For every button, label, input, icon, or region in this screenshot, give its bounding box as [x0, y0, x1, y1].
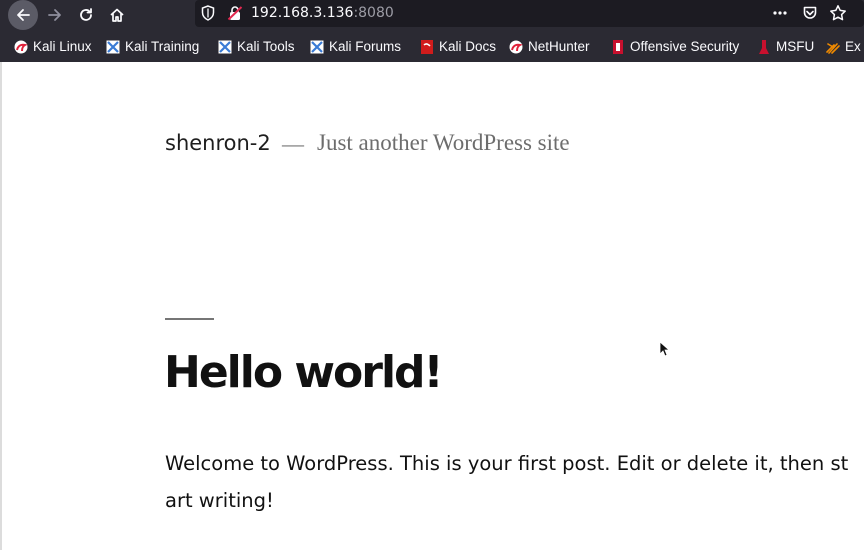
home-icon	[110, 8, 124, 22]
bookmarks-toolbar: Kali Linux Kali Training Kali Tools Kali…	[0, 31, 864, 62]
url-port: :8080	[353, 5, 394, 21]
bookmark-offensive-security[interactable]: Offensive Security	[611, 38, 739, 56]
nethunter-icon	[509, 40, 523, 54]
kali-docs-icon	[421, 40, 433, 54]
insecure-lock-icon[interactable]	[227, 5, 243, 21]
bookmark-kali-tools[interactable]: Kali Tools	[218, 38, 295, 56]
kali-tools-icon	[218, 40, 232, 54]
bookmark-label: Kali Tools	[237, 39, 295, 54]
kali-dragon-icon	[14, 40, 28, 54]
kali-training-icon	[106, 40, 120, 54]
forward-button[interactable]	[40, 0, 70, 30]
reload-button[interactable]	[71, 0, 101, 30]
kali-forums-icon	[310, 40, 324, 54]
more-actions-icon[interactable]	[772, 5, 788, 21]
msfu-icon	[759, 40, 769, 54]
url-text[interactable]: 192.168.3.136:8080	[251, 4, 394, 22]
bookmark-label: NetHunter	[528, 39, 590, 54]
bookmark-kali-docs[interactable]: Kali Docs	[420, 38, 496, 56]
bookmark-label: Ex	[845, 39, 861, 54]
home-button[interactable]	[102, 0, 132, 30]
site-title-separator: —	[282, 131, 304, 156]
bookmark-label: Kali Training	[125, 39, 200, 54]
page-left-border	[0, 62, 2, 550]
bookmark-label: MSFU	[776, 39, 815, 54]
exploit-db-icon	[826, 43, 840, 54]
bookmark-exploit-db[interactable]: Ex	[826, 38, 861, 56]
bookmark-msfu[interactable]: MSFU	[757, 38, 814, 56]
bookmark-kali-linux[interactable]: Kali Linux	[14, 38, 92, 56]
reload-icon	[80, 8, 92, 21]
post-content: Welcome to WordPress. This is your first…	[165, 452, 849, 512]
bookmark-label: Kali Linux	[33, 39, 92, 54]
bookmark-kali-training[interactable]: Kali Training	[106, 38, 199, 56]
offsec-icon	[613, 40, 623, 54]
back-button[interactable]	[8, 0, 38, 30]
site-tagline: Just another WordPress site	[317, 130, 570, 155]
post-separator	[165, 318, 214, 320]
mouse-cursor-icon	[659, 341, 670, 357]
tracking-shield-icon[interactable]	[201, 5, 215, 21]
bookmark-nethunter[interactable]: NetHunter	[509, 38, 590, 56]
url-bar[interactable]: 192.168.3.136:8080	[195, 0, 864, 27]
bookmark-label: Kali Forums	[329, 39, 402, 54]
bookmark-label: Offensive Security	[630, 39, 740, 54]
bookmark-label: Kali Docs	[439, 39, 497, 54]
bookmark-star-icon[interactable]	[829, 4, 847, 22]
url-host: 192.168.3.136	[251, 5, 354, 21]
pocket-icon[interactable]	[802, 5, 818, 21]
back-arrow-icon	[8, 0, 38, 30]
site-title-link[interactable]: shenron-2	[165, 129, 271, 157]
post-title[interactable]: Hello world!	[164, 343, 444, 403]
browser-toolbar: 192.168.3.136:8080	[0, 0, 864, 31]
bookmark-kali-forums[interactable]: Kali Forums	[310, 38, 401, 56]
forward-arrow-icon	[48, 9, 61, 21]
